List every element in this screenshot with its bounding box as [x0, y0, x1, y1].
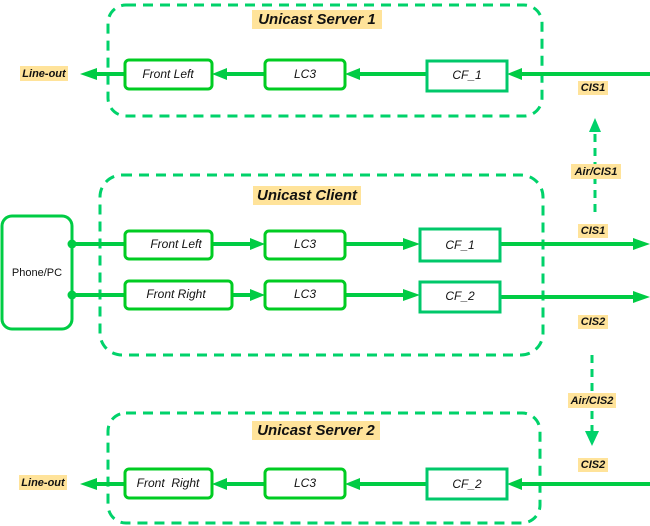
- client-cis1-label: CIS1: [581, 225, 605, 237]
- client-codec-label-1: LC3: [294, 237, 316, 251]
- server1-title: Unicast Server 1: [258, 11, 376, 28]
- client-title: Unicast Client: [257, 187, 358, 204]
- server1-cf-label: CF_1: [452, 68, 481, 82]
- phone-pc-label: Phone/PC: [12, 267, 62, 279]
- diagram: Unicast Server 1 Unicast Client Unicast …: [0, 3, 650, 525]
- air-cis2-label: Air/CIS2: [570, 395, 614, 407]
- server2-front-label: Front Right: [137, 476, 200, 490]
- air-cis2-arrow: [585, 431, 599, 446]
- client-cf1-label: CF_1: [445, 238, 474, 252]
- server1-codec-label: LC3: [294, 67, 316, 81]
- client-front-left-label: Front Left: [150, 237, 202, 251]
- air-cis1-arrow: [589, 118, 601, 132]
- server2-line-out-label: Line-out: [21, 477, 66, 489]
- server2-cf-label: CF_2: [452, 477, 482, 491]
- client-cis2-label: CIS2: [581, 316, 605, 328]
- server2-cis-label: CIS2: [581, 459, 605, 471]
- client-front-right-label: Front Right: [146, 287, 206, 301]
- server1-front-label: Front Left: [142, 67, 194, 81]
- client-cf2-label: CF_2: [445, 289, 475, 303]
- server1-line-out-label: Line-out: [22, 68, 67, 80]
- server1-cis-label: CIS1: [581, 82, 605, 94]
- server2-codec-label: LC3: [294, 476, 316, 490]
- server2-title: Unicast Server 2: [257, 422, 375, 439]
- arrow-head: [507, 68, 522, 80]
- air-cis1-label: Air/CIS1: [574, 166, 618, 178]
- client-codec-label-2: LC3: [294, 287, 316, 301]
